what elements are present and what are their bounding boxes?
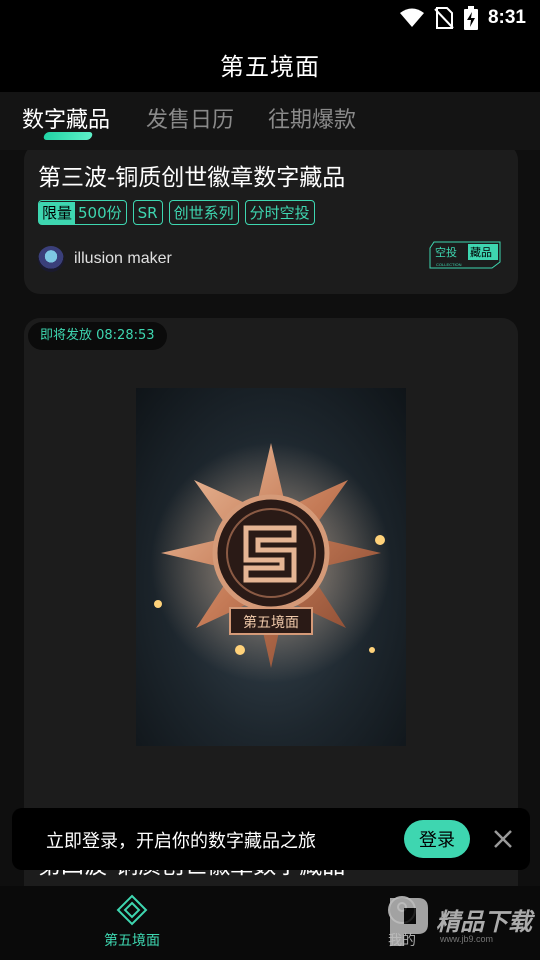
active-tab-indicator bbox=[42, 132, 94, 140]
close-icon[interactable] bbox=[490, 826, 516, 852]
tab-sale-calendar[interactable]: 发售日历 bbox=[146, 102, 234, 134]
watermark-url: www.jb9.com bbox=[440, 934, 494, 944]
battery-charging-icon bbox=[463, 6, 478, 30]
tag-list: 限量 500份 SR 创世系列 分时空投 bbox=[38, 200, 315, 225]
status-bar: 8:31 bbox=[0, 0, 540, 36]
watermark: 精品下载 www.jb9.com bbox=[384, 894, 540, 954]
limited-tag-prefix: 限量 bbox=[39, 201, 76, 224]
badge-text-a: 空投 bbox=[435, 245, 457, 259]
status-icons: 8:31 bbox=[399, 6, 526, 30]
status-time: 8:31 bbox=[487, 7, 526, 28]
creator-name: illusion maker bbox=[74, 250, 172, 267]
airdrop-tag: 分时空投 bbox=[244, 200, 315, 225]
badge-text-b: 藏品 bbox=[470, 246, 492, 259]
nft-artwork: 第五境面 bbox=[136, 388, 406, 746]
collection-feed[interactable]: 第三波-铜质创世徽章数字藏品 限量 500份 SR 创世系列 分时空投 illu… bbox=[0, 150, 540, 886]
limited-tag: 限量 500份 bbox=[38, 200, 127, 225]
no-sim-icon bbox=[434, 7, 454, 29]
watermark-logo-icon bbox=[390, 898, 428, 946]
page-title: 第五境面 bbox=[220, 52, 320, 81]
watermark-text: 精品下载 bbox=[436, 908, 532, 936]
avatar bbox=[38, 246, 64, 272]
series-tag: 创世系列 bbox=[168, 200, 239, 225]
tab-bar: 数字藏品 发售日历 往期爆款 bbox=[0, 92, 540, 150]
login-prompt-text: 立即登录，开启你的数字藏品之旅 bbox=[46, 831, 316, 852]
nav-label-home: 第五境面 bbox=[104, 933, 160, 949]
artwork-caption: 第五境面 bbox=[243, 614, 299, 631]
app-header: 第五境面 bbox=[0, 36, 540, 92]
badge-sub: COLLECTION bbox=[436, 262, 462, 267]
creator-info[interactable]: illusion maker bbox=[38, 246, 172, 272]
tab-past-hits[interactable]: 往期爆款 bbox=[268, 102, 356, 134]
tab-digital-collections[interactable]: 数字藏品 bbox=[22, 102, 110, 134]
badge-artwork-icon: 第五境面 bbox=[151, 443, 391, 683]
card-title: 第三波-铜质创世徽章数字藏品 bbox=[38, 165, 346, 191]
wifi-icon bbox=[399, 8, 424, 27]
rarity-tag: SR bbox=[132, 200, 163, 225]
login-prompt: 立即登录，开启你的数字藏品之旅 登录 bbox=[12, 808, 530, 870]
limited-tag-count: 500份 bbox=[78, 203, 122, 222]
release-countdown: 即将发放 08:28:53 bbox=[28, 322, 167, 350]
login-button[interactable]: 登录 bbox=[404, 820, 470, 858]
nav-item-home[interactable]: 第五境面 bbox=[104, 894, 160, 950]
airdrop-collection-badge: 空投 藏品 COLLECTION bbox=[429, 241, 501, 269]
home-diamond-icon bbox=[116, 894, 148, 926]
collection-card[interactable]: 即将发放 08:28:53 第五境面 bbox=[24, 318, 518, 886]
collection-card[interactable]: 第三波-铜质创世徽章数字藏品 限量 500份 SR 创世系列 分时空投 illu… bbox=[24, 150, 518, 294]
